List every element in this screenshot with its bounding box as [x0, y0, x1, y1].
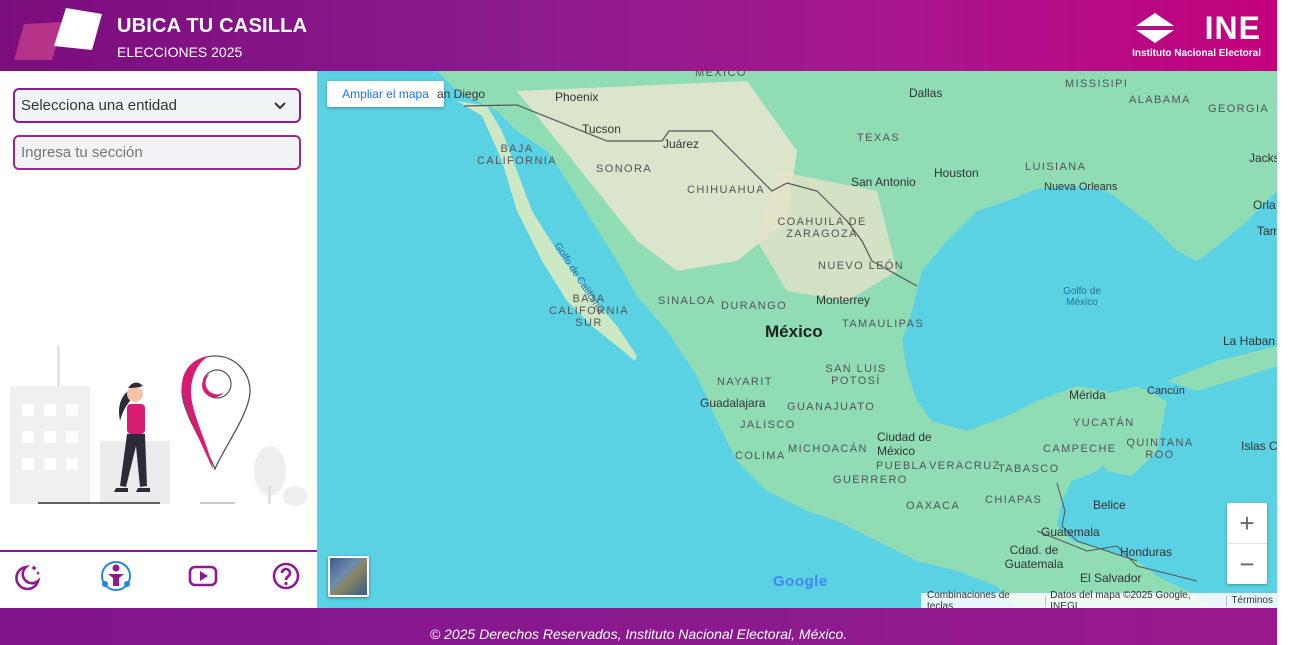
zoom-out-button[interactable]: − — [1227, 544, 1267, 584]
map-label: La Haban — [1223, 334, 1276, 348]
header: UBICA TU CASILLA ELECCIONES 2025 INE Ins… — [0, 0, 1277, 71]
map-label: Juárez — [663, 137, 700, 151]
map-label: SINALOA — [658, 295, 716, 307]
city-woman-location-illustration — [10, 346, 307, 506]
map-label: Nueva Orleans — [1044, 181, 1118, 193]
map-label: Guadalajara — [700, 396, 766, 410]
app: UBICA TU CASILLA ELECCIONES 2025 INE Ins… — [0, 0, 1290, 645]
map-label: Islas C — [1241, 439, 1277, 453]
youtube-icon[interactable] — [188, 561, 218, 591]
map-label: San Antonio — [851, 175, 916, 189]
map-label: Jacks — [1249, 151, 1277, 165]
map-label: DURANGO — [721, 300, 788, 312]
entity-select-label: Selecciona una entidad — [21, 97, 177, 114]
map-label: Tam — [1257, 224, 1277, 238]
map-label: OAXACA — [906, 500, 961, 512]
google-logo: Google — [773, 573, 828, 590]
map-label: Belice — [1093, 498, 1126, 512]
map-label: Ciudad de México — [877, 430, 932, 458]
map-label: COLIMA — [735, 450, 786, 462]
map-label: TEXAS — [857, 132, 901, 144]
map-label: TABASCO — [998, 463, 1060, 475]
expand-map-button[interactable]: Ampliar el mapa — [327, 81, 444, 107]
ballot-logo-icon — [14, 8, 102, 60]
attribution-separator — [1226, 595, 1228, 606]
map-attribution: Combinaciones de teclas Datos del mapa ©… — [921, 589, 1277, 609]
map-label: Houston — [934, 166, 979, 180]
map-label: Cancún — [1147, 385, 1185, 397]
map-label: Dallas — [909, 86, 943, 100]
map-label: GUANAJUATO — [787, 401, 876, 413]
map-label: Cdad. de Guatemala — [1004, 543, 1064, 571]
map-label: MICHOACÁN — [788, 443, 868, 455]
map-label: JALISCO — [740, 419, 796, 431]
map-label: NAYARIT — [717, 376, 773, 388]
help-icon[interactable] — [271, 561, 301, 591]
map-label: Golfo de México — [1063, 286, 1101, 308]
ine-logo-icon — [1133, 13, 1177, 43]
map-label: CHIAPAS — [985, 494, 1043, 506]
footer: © 2025 Derechos Reservados, Instituto Na… — [0, 608, 1277, 645]
map-label: MISSISIPI — [1065, 78, 1129, 90]
map-label: QUINTANA ROO — [1126, 437, 1194, 461]
map-label: Phoenix — [555, 90, 599, 104]
map-label: VERACRUZ — [929, 460, 1001, 472]
map-label: CAMPECHE — [1043, 443, 1117, 455]
footer-copyright: © 2025 Derechos Reservados, Instituto Na… — [429, 625, 848, 642]
satellite-view-toggle[interactable] — [328, 556, 369, 597]
map-label: YUCATÁN — [1073, 417, 1135, 429]
accessibility-icon[interactable] — [99, 559, 133, 593]
map-label: Honduras — [1120, 545, 1173, 559]
map-label: NUEVO LEÓN — [818, 260, 905, 272]
map-label: ALABAMA — [1129, 94, 1191, 106]
section-input[interactable] — [13, 135, 301, 170]
sidebar: Selecciona una entidad — [0, 71, 317, 608]
ine-brand-full: Instituto Nacional Electoral — [1132, 48, 1261, 59]
map-label: an Diego — [437, 87, 486, 101]
map-data-credit: Datos del mapa ©2025 Google, INEGI — [1050, 589, 1191, 609]
entity-select[interactable]: Selecciona una entidad — [13, 88, 301, 123]
page-scrollbar[interactable] — [1277, 0, 1290, 645]
map-label: CHIHUAHUA — [687, 184, 765, 196]
map-label: BAJA CALIFORNIA — [476, 143, 557, 167]
map-label: BAJA CALIFORNIA SUR — [548, 293, 629, 329]
map-label: Monterrey — [816, 293, 871, 307]
map-label: El Salvador — [1080, 571, 1142, 585]
map-label: LUISIANA — [1025, 161, 1087, 173]
zoom-control: + − — [1227, 503, 1267, 584]
map-label: Orla — [1253, 198, 1276, 212]
map-label: COAHUILA DE ZARAGOZA — [777, 216, 867, 240]
map-label: PUEBLA — [876, 460, 928, 472]
map-label: Guatemala — [1041, 525, 1100, 539]
app-subtitle: ELECCIONES 2025 — [117, 44, 243, 60]
google-logo: Google — [773, 573, 828, 590]
map-label: MÉXICO — [695, 71, 747, 79]
map-label: SAN LUIS POTOSÍ — [825, 363, 887, 387]
map-label: GUERRERO — [833, 474, 908, 486]
sidebar-divider — [0, 550, 317, 552]
map-label: SONORA — [596, 163, 653, 175]
attribution-separator — [1045, 595, 1047, 606]
app-title: UBICA TU CASILLA — [117, 15, 308, 37]
map-label: Tucson — [582, 122, 621, 136]
keyboard-shortcuts-link[interactable]: Combinaciones de teclas — [927, 590, 1041, 609]
map-label: Mérida — [1069, 388, 1106, 402]
map-label: México — [765, 322, 823, 341]
map-label: TAMAULIPAS — [842, 318, 925, 330]
moon-stars-icon[interactable] — [12, 561, 42, 591]
zoom-in-button[interactable]: + — [1227, 503, 1267, 543]
map-label: GEORGIA — [1208, 103, 1270, 115]
map[interactable]: Ampliar el mapa MÉXICO an Diego Phoenix … — [317, 71, 1277, 608]
terms-link[interactable]: Términos — [1231, 595, 1277, 606]
ine-brand: INE — [1204, 10, 1261, 46]
chevron-down-icon — [274, 101, 286, 109]
